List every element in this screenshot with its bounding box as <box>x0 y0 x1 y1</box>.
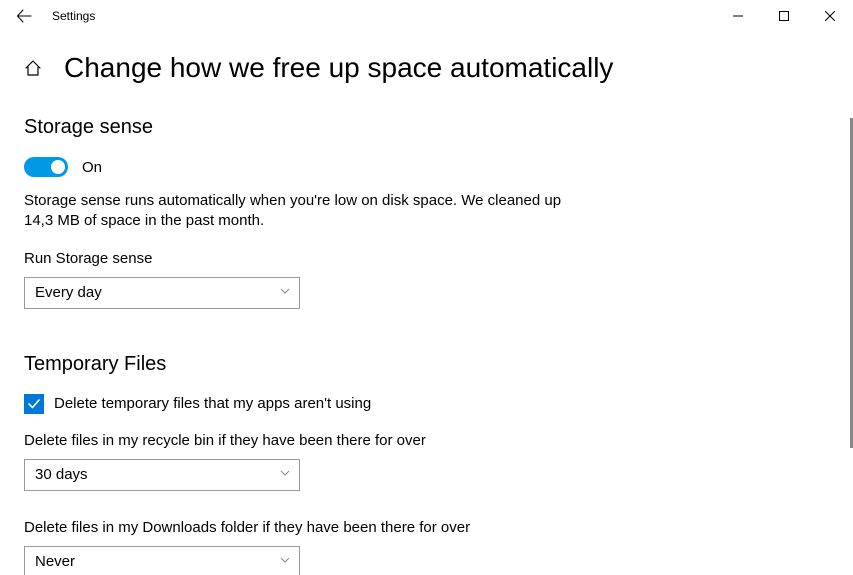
content-area: Change how we free up space automaticall… <box>0 32 853 575</box>
home-icon[interactable] <box>24 59 42 77</box>
toggle-state-label: On <box>82 159 102 176</box>
recycle-bin-select[interactable]: 30 days <box>24 459 300 491</box>
delete-temp-row: Delete temporary files that my apps aren… <box>24 394 829 414</box>
delete-temp-label: Delete temporary files that my apps aren… <box>54 395 371 412</box>
window-title: Settings <box>38 9 95 23</box>
run-storage-sense-label: Run Storage sense <box>24 250 829 267</box>
delete-temp-checkbox[interactable] <box>24 394 44 414</box>
storage-sense-toggle[interactable] <box>24 157 68 177</box>
run-storage-sense-select[interactable]: Every day <box>24 277 300 309</box>
storage-sense-toggle-row: On <box>24 157 829 177</box>
maximize-button[interactable] <box>761 0 807 32</box>
title-bar: Settings <box>0 0 853 32</box>
run-storage-sense-value: Every day <box>35 284 102 301</box>
downloads-field: Delete files in my Downloads folder if t… <box>24 519 829 575</box>
downloads-value: Never <box>35 553 75 570</box>
downloads-select[interactable]: Never <box>24 546 300 575</box>
minimize-icon <box>733 11 743 21</box>
close-icon <box>825 11 835 21</box>
chevron-down-icon <box>279 553 291 570</box>
chevron-down-icon <box>279 284 291 301</box>
arrow-left-icon <box>16 8 32 24</box>
downloads-label: Delete files in my Downloads folder if t… <box>24 519 829 536</box>
recycle-bin-label: Delete files in my recycle bin if they h… <box>24 432 829 449</box>
page-header: Change how we free up space automaticall… <box>24 52 829 84</box>
recycle-bin-field: Delete files in my recycle bin if they h… <box>24 432 829 491</box>
minimize-button[interactable] <box>715 0 761 32</box>
close-button[interactable] <box>807 0 853 32</box>
check-icon <box>27 397 41 411</box>
toggle-knob <box>51 160 65 174</box>
window-controls <box>715 0 853 32</box>
storage-sense-info: Storage sense runs automatically when yo… <box>24 191 564 232</box>
storage-sense-heading: Storage sense <box>24 116 829 139</box>
recycle-bin-value: 30 days <box>35 466 88 483</box>
temporary-files-heading: Temporary Files <box>24 353 829 376</box>
title-bar-left: Settings <box>10 2 95 30</box>
maximize-icon <box>779 11 789 21</box>
chevron-down-icon <box>279 466 291 483</box>
page-title: Change how we free up space automaticall… <box>64 52 613 84</box>
back-button[interactable] <box>10 2 38 30</box>
